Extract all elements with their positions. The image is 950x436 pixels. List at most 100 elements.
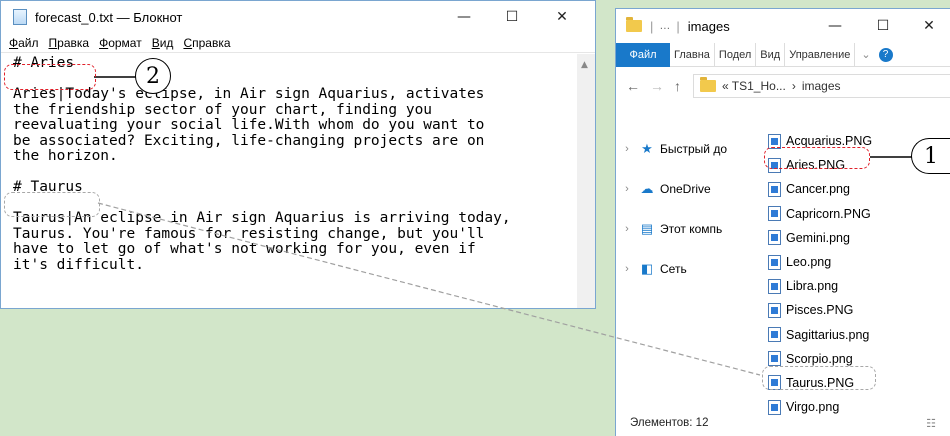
text-line: it's difficult. <box>13 256 144 273</box>
status-bar: Элементов: 12 ☷ <box>616 410 950 436</box>
nav-item-network[interactable]: › ◧ Сеть <box>616 249 746 289</box>
text-line: # Taurus <box>13 179 83 195</box>
file-name: Pisces.PNG <box>786 303 854 318</box>
notepad-text-area[interactable]: # Aries Aries|Today's eclipse, in Air si… <box>1 54 577 308</box>
image-file-icon <box>768 278 781 294</box>
text-line: reevaluating your social life.With whom … <box>13 117 485 133</box>
nav-label: Сеть <box>660 262 687 276</box>
image-file-icon <box>768 254 781 270</box>
image-file-icon <box>768 181 781 197</box>
text-line: be associated? Exciting, life-changing p… <box>13 132 485 149</box>
forward-arrow-icon[interactable]: → <box>650 78 664 94</box>
text-line: Aries|Today's eclipse, in Air sign Aquar… <box>13 86 485 102</box>
image-file-icon <box>768 351 781 367</box>
nav-item-quick-access[interactable]: › ★ Быстрый до <box>616 129 746 169</box>
minimize-button[interactable]: — <box>441 1 487 33</box>
tab-home[interactable]: Главна <box>670 42 715 67</box>
text-line <box>13 72 577 88</box>
file-name: Leo.png <box>786 255 832 270</box>
notepad-titlebar: forecast_0.txt — Блокнот — ☐ ✕ <box>1 1 595 33</box>
back-arrow-icon[interactable]: ← <box>626 78 640 94</box>
folder-icon <box>700 77 716 92</box>
text-line: Taurus. You're famous for resisting chan… <box>13 225 485 242</box>
notepad-app-icon <box>13 9 27 25</box>
quick-access-toolbar-icon[interactable]: … <box>659 20 670 32</box>
file-item[interactable]: Capricorn.PNG <box>768 202 872 226</box>
callout-2: 2 <box>135 58 171 94</box>
menu-help[interactable]: Справка <box>183 36 230 50</box>
chevron-right-icon[interactable]: › <box>616 223 638 235</box>
tab-file[interactable]: Файл <box>616 42 670 67</box>
maximize-button[interactable]: ☐ <box>489 1 535 33</box>
text-line: have to let go of what's not working for… <box>13 241 476 257</box>
highlight-aries-file <box>764 147 870 169</box>
tab-view[interactable]: Вид <box>756 42 786 67</box>
vertical-scrollbar[interactable]: ▲ <box>577 54 595 308</box>
notepad-window: forecast_0.txt — Блокнот — ☐ ✕ Файл Прав… <box>0 0 596 309</box>
details-view-icon[interactable]: ☷ <box>926 417 936 430</box>
nav-item-this-pc[interactable]: › ▤ Этот компь <box>616 209 746 249</box>
explorer-titlebar: | … | images — ☐ ✕ <box>616 9 950 43</box>
chevron-right-icon[interactable]: › <box>616 263 638 275</box>
text-line: the horizon. <box>13 148 118 164</box>
file-item[interactable]: Sagittarius.png <box>768 323 872 347</box>
menu-view[interactable]: Вид <box>152 36 174 50</box>
menu-file[interactable]: Файл <box>9 36 39 50</box>
menu-format[interactable]: Формат <box>99 36 142 50</box>
file-name: Scorpio.png <box>786 351 853 366</box>
image-file-icon <box>768 230 781 246</box>
help-icon[interactable]: ? <box>878 47 893 62</box>
nav-label: OneDrive <box>660 182 711 196</box>
highlight-taurus-heading <box>4 192 100 217</box>
text-line <box>13 165 577 181</box>
path-segment[interactable]: images <box>802 79 841 93</box>
file-name: Cancer.png <box>786 182 850 197</box>
file-item[interactable]: Pisces.PNG <box>768 298 872 322</box>
cloud-icon: ☁ <box>640 181 654 196</box>
maximize-button[interactable]: ☐ <box>860 9 906 43</box>
path-box[interactable]: « TS1_Ho... › images <box>693 74 950 98</box>
image-file-icon <box>768 327 781 343</box>
tab-share[interactable]: Подел <box>715 42 757 67</box>
close-button[interactable]: ✕ <box>539 1 585 33</box>
notepad-title: forecast_0.txt — Блокнот <box>35 9 183 25</box>
chevron-right-icon[interactable]: › <box>616 183 638 195</box>
title-separator: | <box>676 18 680 34</box>
file-item[interactable]: Leo.png <box>768 250 872 274</box>
nav-label: Быстрый до <box>660 142 728 156</box>
chevron-right-icon[interactable]: › <box>616 143 638 155</box>
path-segment[interactable]: « TS1_Ho... <box>722 79 786 93</box>
callout-1: 1 <box>911 138 950 174</box>
highlight-aries-heading <box>4 64 96 90</box>
menu-edit[interactable]: Правка <box>49 36 90 50</box>
notepad-menubar: Файл Правка Формат Вид Справка <box>1 33 595 53</box>
title-separator: | <box>650 18 654 34</box>
image-file-icon <box>768 302 781 318</box>
nav-label: Этот компь <box>660 222 723 236</box>
nav-item-onedrive[interactable]: › ☁ OneDrive <box>616 169 746 209</box>
file-name: Capricorn.PNG <box>786 206 871 221</box>
file-item[interactable]: Libra.png <box>768 274 872 298</box>
minimize-button[interactable]: — <box>812 9 858 43</box>
file-item[interactable]: Cancer.png <box>768 177 872 201</box>
path-separator-icon: › <box>791 79 796 93</box>
address-bar: ← → ↑ « TS1_Ho... › images <box>616 67 950 105</box>
tab-manage[interactable]: Управление <box>785 42 856 67</box>
ribbon-tabs: Файл Главна Подел Вид Управление ⌄ ? <box>616 42 950 67</box>
close-button[interactable]: ✕ <box>906 9 950 43</box>
scroll-up-icon[interactable]: ▲ <box>581 60 588 70</box>
file-item[interactable]: Gemini.png <box>768 226 872 250</box>
computer-icon: ▤ <box>640 221 654 236</box>
up-arrow-icon[interactable]: ↑ <box>674 78 681 94</box>
file-name: Gemini.png <box>786 230 850 245</box>
ribbon-expand-icon[interactable]: ⌄ <box>861 48 870 61</box>
file-name: Sagittarius.png <box>786 327 870 342</box>
file-name: Acquarius.PNG <box>786 134 873 149</box>
explorer-title: images <box>687 18 730 34</box>
network-icon: ◧ <box>640 261 654 276</box>
file-name: Libra.png <box>786 279 839 294</box>
navigation-pane: › ★ Быстрый до › ☁ OneDrive › ▤ Этот ком… <box>616 129 746 289</box>
image-file-icon <box>768 206 781 222</box>
text-line: # Aries <box>13 55 75 71</box>
highlight-taurus-file <box>762 366 876 390</box>
